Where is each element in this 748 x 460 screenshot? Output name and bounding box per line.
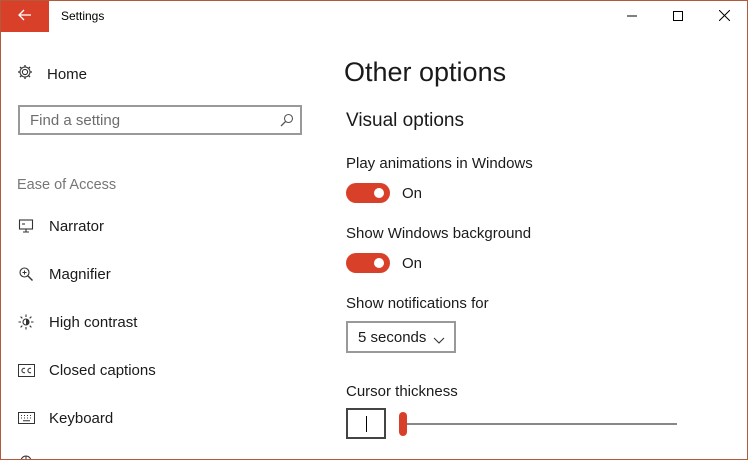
sidebar-item-narrator[interactable]: Narrator <box>17 214 104 238</box>
gear-icon <box>17 64 33 85</box>
magnifier-icon <box>17 265 35 283</box>
close-button[interactable] <box>701 1 747 32</box>
maximize-button[interactable] <box>655 1 701 32</box>
play-animations-toggle[interactable] <box>346 183 390 203</box>
sidebar-item-home[interactable]: Home <box>17 63 87 85</box>
show-background-state: On <box>402 254 423 272</box>
back-arrow-icon <box>18 8 32 26</box>
cursor-preview-bar <box>365 415 367 432</box>
show-background-label: Show Windows background <box>346 225 532 242</box>
title-bar: Settings <box>1 1 747 32</box>
toggle-knob <box>374 188 384 198</box>
close-icon <box>718 8 730 26</box>
cursor-thickness-label: Cursor thickness <box>346 383 458 400</box>
sidebar-item-closed-captions[interactable]: Closed captions <box>17 358 156 382</box>
search-input[interactable]: Find a setting <box>18 105 302 135</box>
sidebar-item-label: Narrator <box>49 217 105 235</box>
window-title: Settings <box>61 9 105 23</box>
section-heading-visual-options: Visual options <box>346 110 464 131</box>
search-placeholder: Find a setting <box>30 112 121 129</box>
sidebar-item-keyboard[interactable]: Keyboard <box>17 406 113 430</box>
closed-captions-icon <box>17 361 35 379</box>
show-background-toggle[interactable] <box>346 253 390 273</box>
dropdown-value: 5 seconds <box>358 328 427 346</box>
keyboard-icon <box>17 409 35 427</box>
main-content: Other options Visual options Play animat… <box>321 32 747 459</box>
mouse-icon <box>17 453 35 459</box>
slider-thumb[interactable] <box>399 412 407 436</box>
sidebar-item-label: Magnifier <box>49 265 111 283</box>
sidebar-home-label: Home <box>47 65 88 83</box>
notifications-label: Show notifications for <box>346 295 489 312</box>
maximize-icon <box>673 8 683 26</box>
settings-window: Settings Home Find a setting Ease of Acc… <box>0 0 748 460</box>
sidebar-item-label: Closed captions <box>49 361 156 379</box>
sidebar-item-label: Keyboard <box>49 409 114 427</box>
section-header-ease-of-access: Ease of Access <box>17 177 117 193</box>
minimize-button[interactable] <box>609 1 655 32</box>
search-icon[interactable] <box>280 113 294 132</box>
high-contrast-icon <box>17 313 35 331</box>
sidebar: Home Find a setting Ease of Access Narra… <box>1 32 321 459</box>
play-animations-state: On <box>402 184 423 202</box>
page-title: Other options <box>344 57 507 87</box>
back-button[interactable] <box>1 1 49 32</box>
cursor-thickness-slider[interactable] <box>399 410 679 438</box>
sidebar-item-label: High contrast <box>49 313 138 331</box>
slider-track <box>399 423 677 425</box>
notifications-duration-dropdown[interactable]: 5 seconds <box>346 321 456 353</box>
play-animations-label: Play animations in Windows <box>346 155 533 172</box>
cursor-thickness-preview <box>346 408 386 439</box>
sidebar-item-magnifier[interactable]: Magnifier <box>17 262 111 286</box>
toggle-knob <box>374 258 384 268</box>
sidebar-item-high-contrast[interactable]: High contrast <box>17 310 137 334</box>
play-animations-toggle-row: On <box>346 183 422 203</box>
sidebar-item-partial[interactable] <box>17 450 35 459</box>
chevron-down-icon <box>433 332 445 350</box>
show-background-toggle-row: On <box>346 253 422 273</box>
narrator-icon <box>17 217 35 235</box>
minimize-icon <box>627 8 637 26</box>
